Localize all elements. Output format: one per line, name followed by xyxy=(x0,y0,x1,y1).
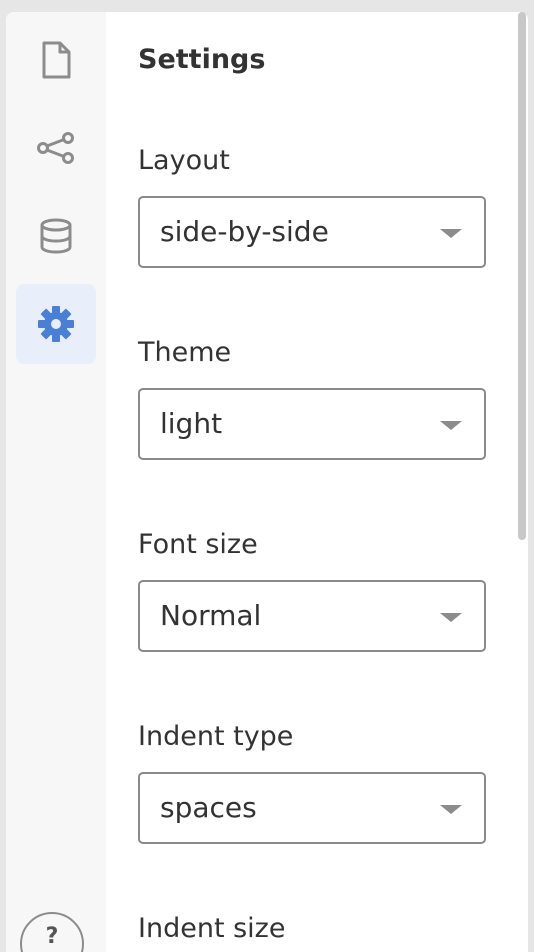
indent-type-label: Indent type xyxy=(138,721,294,752)
sidebar-item-file[interactable] xyxy=(16,20,96,100)
sidebar-item-settings[interactable] xyxy=(16,284,96,364)
layout-label: Layout xyxy=(138,145,230,176)
help-button[interactable]: ? xyxy=(20,912,84,952)
theme-field: Theme light xyxy=(138,334,486,460)
font-size-label: Font size xyxy=(138,529,258,560)
file-icon xyxy=(42,41,71,79)
theme-select-value: light xyxy=(160,407,223,440)
layout-select[interactable]: side-by-side xyxy=(138,196,486,268)
theme-label: Theme xyxy=(138,337,232,368)
sidebar-rail: ? xyxy=(6,12,106,952)
settings-panel: ? Settings Layout side-by-side Theme lig… xyxy=(6,12,528,952)
font-size-field: Font size Normal xyxy=(138,526,486,652)
chevron-down-icon xyxy=(440,421,462,430)
page-title: Settings xyxy=(138,44,266,75)
indent-type-field: Indent type spaces xyxy=(138,718,486,844)
help-label: ? xyxy=(45,924,59,949)
theme-select[interactable]: light xyxy=(138,388,486,460)
chevron-down-icon xyxy=(440,613,462,622)
layout-field: Layout side-by-side xyxy=(138,142,486,268)
indent-size-label: Indent size xyxy=(138,913,286,944)
sidebar-item-database[interactable] xyxy=(16,196,96,276)
chevron-down-icon xyxy=(440,229,462,238)
indent-type-select[interactable]: spaces xyxy=(138,772,486,844)
layout-select-value: side-by-side xyxy=(160,215,329,248)
chevron-down-icon xyxy=(440,805,462,814)
sidebar-item-share[interactable] xyxy=(16,108,96,188)
indent-type-select-value: spaces xyxy=(160,791,257,824)
share-icon xyxy=(37,132,74,164)
font-size-select-value: Normal xyxy=(160,599,262,632)
database-icon xyxy=(40,218,72,254)
scrollbar-thumb[interactable] xyxy=(518,12,526,540)
gear-icon xyxy=(38,306,74,342)
indent-size-field: Indent size xyxy=(138,910,486,948)
font-size-select[interactable]: Normal xyxy=(138,580,486,652)
